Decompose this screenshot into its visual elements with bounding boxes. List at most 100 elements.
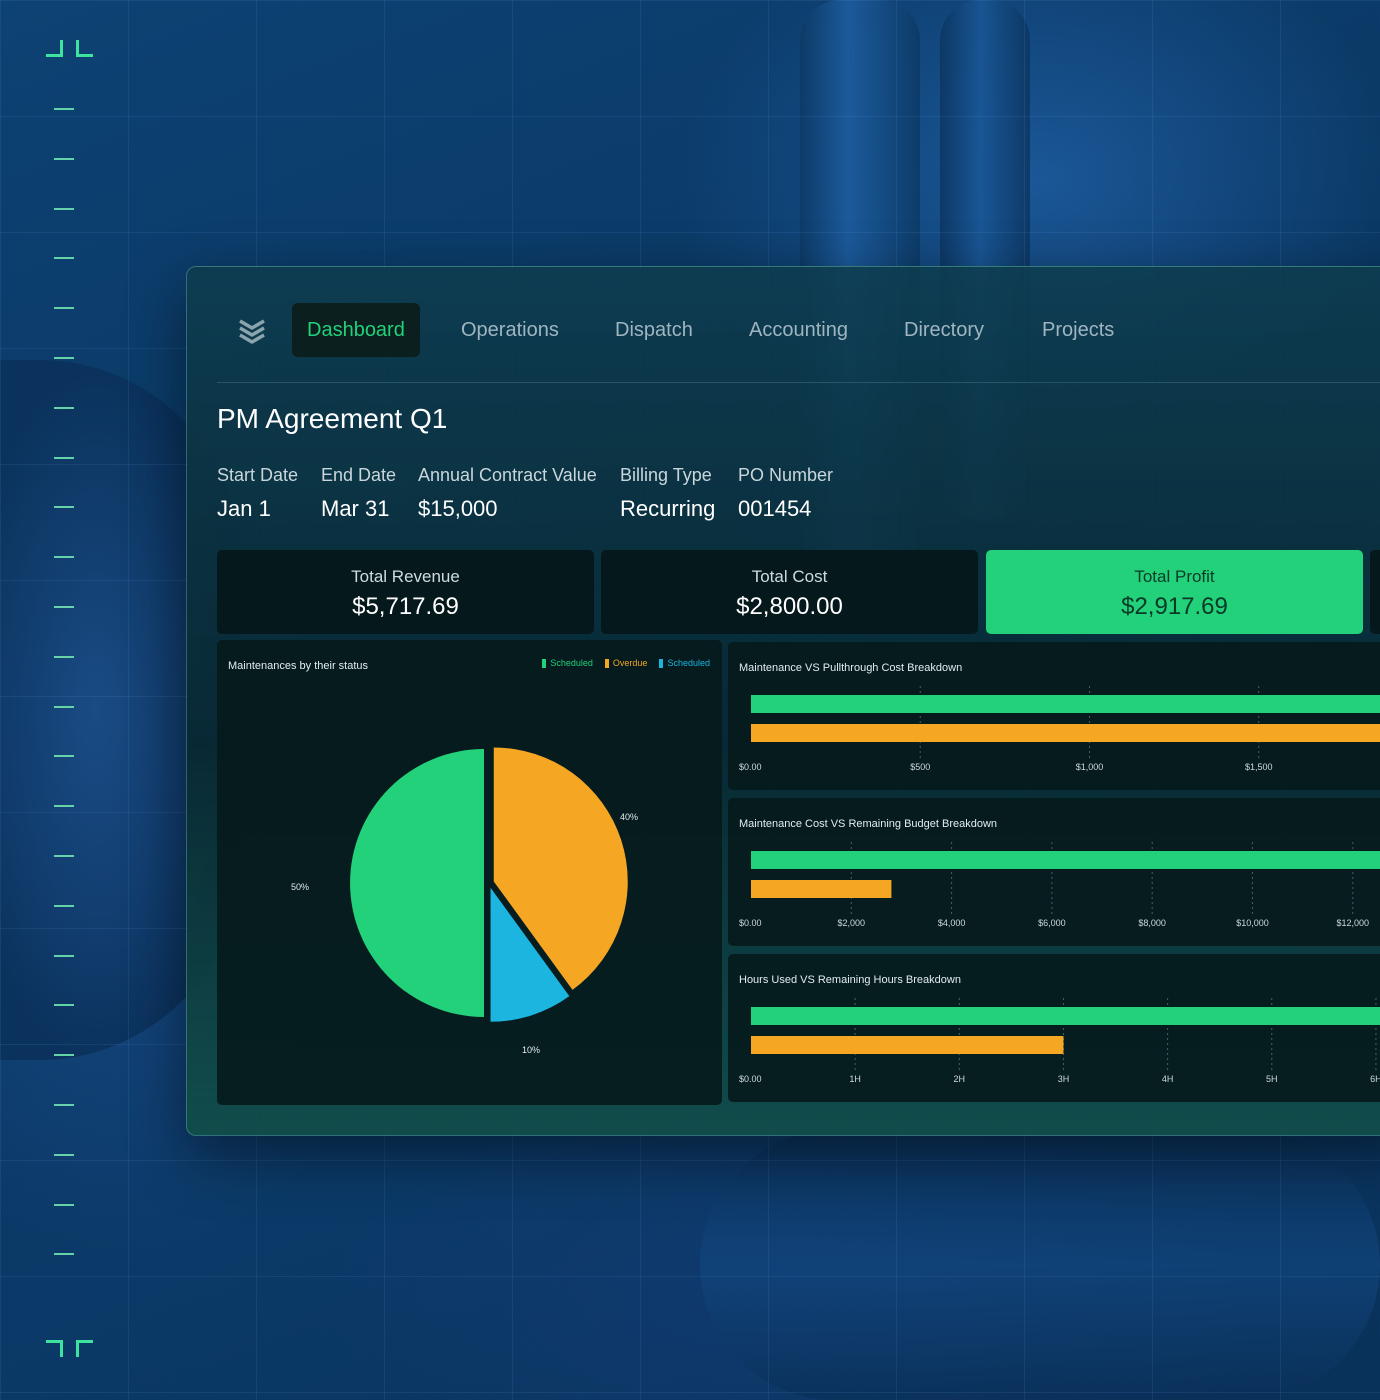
ruler-tick (54, 457, 74, 459)
kpi-label: Total Profit (1134, 567, 1215, 586)
tick-label: $6,000 (1038, 918, 1066, 928)
tick-label: 2H (954, 1074, 966, 1084)
nav-tab-directory[interactable]: Directory (889, 303, 999, 357)
kpi-label: Total Revenue (351, 567, 460, 586)
ruler-tick (54, 357, 74, 359)
tick-label: 1H (849, 1074, 861, 1084)
ruler-tick (54, 805, 74, 807)
kpi-total-cost: Total Cost $2,800.00 (601, 550, 978, 634)
nav-tab-dispatch[interactable]: Dispatch (600, 303, 708, 357)
ruler-tick (54, 1204, 74, 1206)
ruler-tick (54, 556, 74, 558)
bar (751, 1036, 1064, 1054)
ruler-tick (54, 706, 74, 708)
kpi-value: $5,717.69 (352, 593, 459, 620)
field-value: $15,000 (418, 496, 498, 521)
nav-tab-operations[interactable]: Operations (446, 303, 574, 357)
field-label: Start Date (217, 465, 299, 485)
ruler-tick (54, 1253, 74, 1255)
pie-chart (350, 747, 628, 1022)
ruler-tick (54, 108, 74, 110)
tick-label: $500 (910, 762, 930, 772)
ruler-tick (54, 307, 74, 309)
field-value: Recurring (620, 496, 716, 521)
field-value: 001454 (738, 496, 812, 521)
field-label: PO Number (738, 465, 834, 485)
pie-slice-label: 50% (291, 882, 310, 892)
ruler-tick (54, 955, 74, 957)
ruler-tick (54, 158, 74, 160)
ruler-tick (54, 257, 74, 259)
left-ruler (0, 0, 130, 1400)
ruler-tick (54, 407, 74, 409)
tick-label: $1,000 (1076, 762, 1104, 772)
ruler-tick (54, 855, 74, 857)
ruler-tick (54, 1154, 74, 1156)
bar-chart-card-hours: Hours Used VS Remaining Hours Breakdown … (728, 954, 1380, 1102)
corner-bracket-icon (76, 40, 93, 57)
corner-bracket-icon (46, 1340, 63, 1357)
nav-tab-dashboard[interactable]: Dashboard (292, 303, 420, 357)
pie-slice-label: 10% (522, 1045, 541, 1055)
info-end-date: End Date Mar 31 (321, 465, 396, 522)
ruler-tick (54, 656, 74, 658)
field-label: Billing Type (620, 465, 712, 485)
corner-bracket-icon (46, 40, 63, 57)
ruler-tick (54, 606, 74, 608)
tick-label: 4H (1162, 1074, 1174, 1084)
tick-label: $10,000 (1236, 918, 1269, 928)
tick-label: $0.00 (739, 918, 762, 928)
bar (751, 851, 1380, 869)
kpi-total-revenue: Total Revenue $5,717.69 (217, 550, 594, 634)
tick-label: 3H (1058, 1074, 1070, 1084)
tick-label: $8,000 (1138, 918, 1166, 928)
page-title: PM Agreement Q1 (217, 403, 448, 434)
ruler-tick (54, 1004, 74, 1006)
tick-label: $0.00 (739, 1074, 762, 1084)
nav-tab-accounting[interactable]: Accounting (734, 303, 863, 357)
field-value: Mar 31 (321, 496, 390, 521)
tick-label: $0.00 (739, 762, 762, 772)
bar-chart: $0.00 $2,000 $4,000 $6,000 $8,000 $10,000 $12,… (739, 842, 1380, 928)
bar (751, 724, 1380, 742)
info-start-date: Start Date Jan 1 (217, 465, 298, 522)
pie-slice-label: 40% (620, 812, 639, 822)
bar-chart-card-pullthrough: Maintenance VS Pullthrough Cost Breakdow… (728, 642, 1380, 790)
ruler-tick (54, 1104, 74, 1106)
top-navigation: Dashboard Operations Dispatch Accounting… (187, 267, 1380, 383)
info-po-number: PO Number 001454 (738, 465, 833, 522)
kpi-label: Total Cost (751, 567, 828, 586)
ruler-tick (54, 905, 74, 907)
field-label: End Date (321, 465, 397, 485)
tick-label: $1,500 (1245, 762, 1273, 772)
info-billing-type: Billing Type Recurring (620, 465, 715, 522)
corner-bracket-icon (76, 1340, 93, 1357)
dashboard-window: Dashboard Operations Dispatch Accounting… (186, 266, 1380, 1136)
tick-label: 5H (1266, 1074, 1278, 1084)
bar (751, 880, 892, 898)
field-label: Annual Contract Value (418, 465, 597, 485)
field-value: Jan 1 (217, 496, 271, 521)
bar-chart: $0.00 1H 2H 3H 4H 5H 6H (739, 998, 1380, 1084)
tick-label: $4,000 (938, 918, 966, 928)
background-pipe (700, 1130, 1380, 1400)
nav-tab-projects[interactable]: Projects (1027, 303, 1129, 357)
kpi-card-partial (1370, 550, 1380, 634)
pie-slice (350, 749, 484, 1017)
kpi-value: $2,917.69 (1121, 593, 1228, 620)
nav-divider (217, 382, 1380, 383)
kpi-total-profit: Total Profit $2,917.69 (986, 550, 1363, 634)
kpi-value: $2,800.00 (736, 593, 843, 620)
stacked-chevrons-icon[interactable] (237, 315, 267, 345)
pie-chart-card: Maintenances by their status Scheduled O… (217, 640, 722, 1105)
tick-label: $12,000 (1337, 918, 1370, 928)
bar (751, 1007, 1380, 1025)
tick-label: $2,000 (838, 918, 866, 928)
tick-label: 6H (1370, 1074, 1380, 1084)
ruler-tick (54, 1054, 74, 1056)
ruler-tick (54, 208, 74, 210)
bar-chart-card-budget: Maintenance Cost VS Remaining Budget Bre… (728, 798, 1380, 946)
bar (751, 695, 1380, 713)
bar-chart: $0.00 $500 $1,000 $1,500 (739, 686, 1380, 772)
ruler-tick (54, 755, 74, 757)
